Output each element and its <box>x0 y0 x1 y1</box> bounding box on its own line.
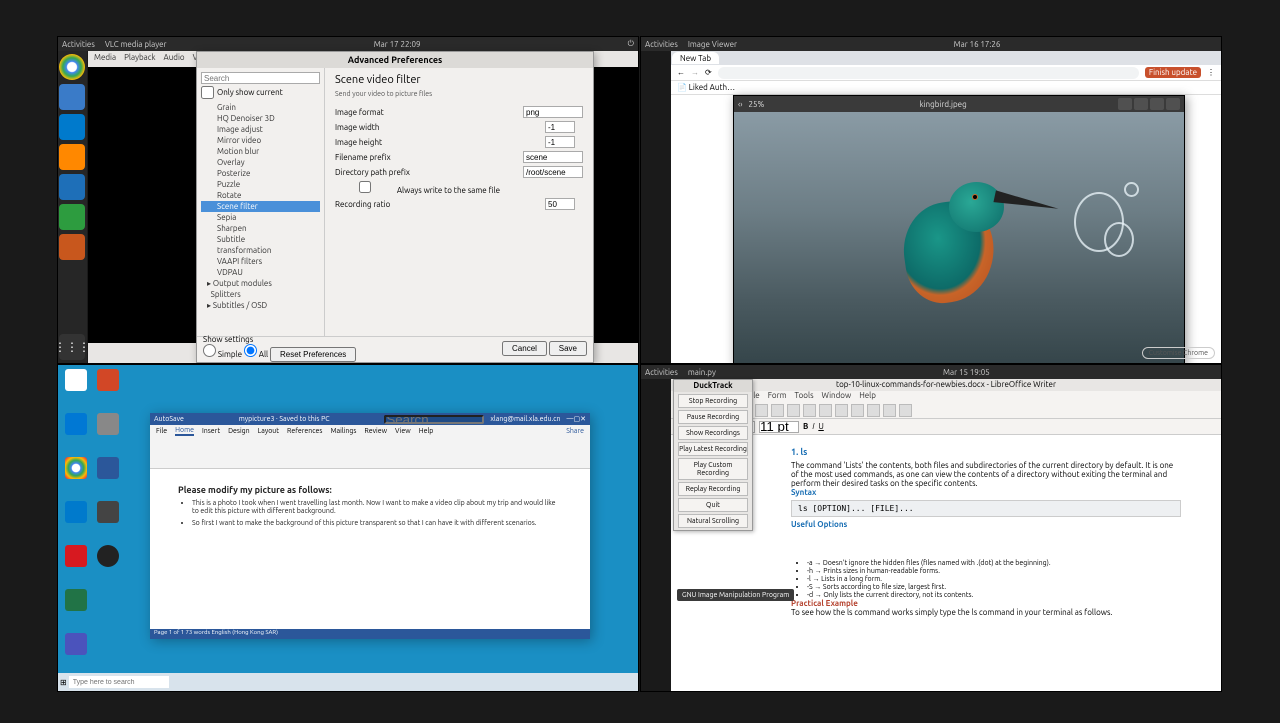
update-button[interactable]: Finish update <box>1145 67 1201 78</box>
fullscreen-icon[interactable] <box>1118 98 1132 110</box>
word-title-text: mypicture3 · Saved to this PC <box>184 415 384 423</box>
desktop-icon-chrome[interactable] <box>62 457 90 487</box>
filename-prefix-input[interactable] <box>523 151 583 163</box>
desktop-icon-teams[interactable] <box>62 633 90 663</box>
dt-play-latest[interactable]: Play Latest Recording <box>678 442 748 456</box>
save-button[interactable]: Save <box>549 341 587 356</box>
dt-scroll[interactable]: Natural Scrolling <box>678 514 748 528</box>
pref-search-input[interactable] <box>201 72 320 84</box>
menu-icon[interactable]: ⋮ <box>1207 68 1215 77</box>
image-content <box>734 112 1184 364</box>
word-ribbon-tabs[interactable]: FileHomeInsertDesignLayoutReferencesMail… <box>150 425 590 437</box>
browser-tabbar[interactable]: New Tab <box>671 51 1221 65</box>
image-viewer-window: ‹ › 25% kingbird.jpeg <box>733 95 1185 364</box>
recording-ratio-input[interactable] <box>545 198 575 210</box>
clock[interactable]: Mar 17 22:09 <box>167 40 628 49</box>
gnome-topbar: Activities VLC media player Mar 17 22:09… <box>58 37 638 51</box>
maximize-icon[interactable] <box>1150 98 1164 110</box>
dialog-title: Advanced Preferences <box>197 52 593 68</box>
desktop-icon-obs[interactable] <box>94 545 122 575</box>
minimize-icon[interactable] <box>1134 98 1148 110</box>
cancel-button[interactable]: Cancel <box>502 341 547 356</box>
start-button[interactable]: ⊞ <box>60 678 67 687</box>
bookmark-item[interactable]: 📄 Liked Auth… <box>677 83 735 92</box>
activities-label[interactable]: Activities <box>62 40 95 49</box>
customize-button[interactable]: Customise Chrome <box>1142 347 1215 359</box>
word-ribbon[interactable] <box>150 437 590 469</box>
dt-pause[interactable]: Pause Recording <box>678 410 748 424</box>
reset-button[interactable]: Reset Preferences <box>270 347 356 362</box>
dir-prefix-input[interactable] <box>523 166 583 178</box>
omnibox[interactable] <box>718 67 1139 79</box>
image-width-input[interactable] <box>545 121 575 133</box>
image-format-input[interactable] <box>523 106 583 118</box>
forward-icon: → <box>691 68 699 77</box>
writer-title: top-10-linux-commands-for-newbies.docx -… <box>671 379 1221 391</box>
word-search-input[interactable] <box>384 415 484 424</box>
browser-tab: New Tab <box>672 52 719 64</box>
dt-quit[interactable]: Quit <box>678 498 748 512</box>
only-current-checkbox[interactable]: Only show current <box>201 86 320 99</box>
close-icon[interactable] <box>1166 98 1180 110</box>
panel-title: Scene video filter <box>335 74 583 86</box>
always-write-checkbox[interactable]: Always write to the same file <box>335 181 500 195</box>
back-icon[interactable]: ← <box>677 68 685 77</box>
underline-icon[interactable]: U <box>818 422 823 431</box>
reload-icon[interactable]: ⟳ <box>705 68 712 77</box>
network-icon[interactable]: ⏻ <box>628 39 634 49</box>
writer-format-toolbar[interactable]: B I U <box>671 419 1221 435</box>
desktop-icon-vscode[interactable] <box>62 501 90 531</box>
app-name[interactable]: VLC media player <box>105 40 167 49</box>
word-statusbar[interactable]: Page 1 of 1 73 words English (Hong Kong … <box>150 629 590 639</box>
desktop-icon-edge[interactable] <box>62 413 90 443</box>
image-title: kingbird.jpeg <box>770 100 1116 109</box>
dt-play-custom[interactable]: Play Custom Recording <box>678 458 748 480</box>
word-window: AutoSave mypicture3 · Saved to this PC x… <box>150 413 590 639</box>
dt-stop[interactable]: Stop Recording <box>678 394 748 408</box>
bold-icon[interactable]: B <box>803 422 808 431</box>
advanced-preferences-dialog: Advanced Preferences Only show current G… <box>196 51 594 363</box>
nav-fwd-icon[interactable]: › <box>740 100 742 109</box>
image-height-input[interactable] <box>545 136 575 148</box>
minimize-icon[interactable]: — <box>567 415 574 423</box>
word-document[interactable]: Please modify my picture as follows: Thi… <box>150 469 590 547</box>
desktop-icon-ppt[interactable] <box>94 369 122 399</box>
italic-icon[interactable]: I <box>812 422 814 431</box>
gnome-topbar: Activities Image Viewer Mar 16 17:26 <box>641 37 1221 51</box>
maximize-icon[interactable]: ▢ <box>574 415 581 423</box>
windows-taskbar[interactable]: ⊞ <box>58 673 638 691</box>
dt-replay[interactable]: Replay Recording <box>678 482 748 496</box>
close-icon[interactable]: ✕ <box>580 415 586 423</box>
taskbar-search[interactable] <box>69 676 169 688</box>
dt-show[interactable]: Show Recordings <box>678 426 748 440</box>
desktop-icon-excel[interactable] <box>62 589 90 619</box>
writer-menubar[interactable]: FormatStylesTableFormToolsWindowHelp <box>671 391 1221 403</box>
zoom-level[interactable]: 25% <box>749 100 765 109</box>
ducktrack-panel: DuckTrack Stop Recording Pause Recording… <box>673 379 753 531</box>
pref-tree[interactable]: GrainHQ Denoiser 3DImage adjustMirror vi… <box>201 102 320 311</box>
tree-item-selected: Scene filter <box>201 201 320 212</box>
desktop-icon-word[interactable] <box>94 457 122 487</box>
font-size[interactable] <box>759 421 799 433</box>
desktop-icon-pin[interactable] <box>94 413 122 443</box>
gnome-topbar: Activities main.py Mar 15 19:05 <box>641 365 1221 379</box>
desktop-icon-paint[interactable] <box>94 501 122 531</box>
desktop-icon-recycle[interactable] <box>62 369 90 399</box>
writer-toolbar[interactable] <box>671 403 1221 419</box>
desktop-icon-adobe[interactable] <box>62 545 90 575</box>
gimp-tooltip: GNU Image Manipulation Program <box>677 589 794 601</box>
